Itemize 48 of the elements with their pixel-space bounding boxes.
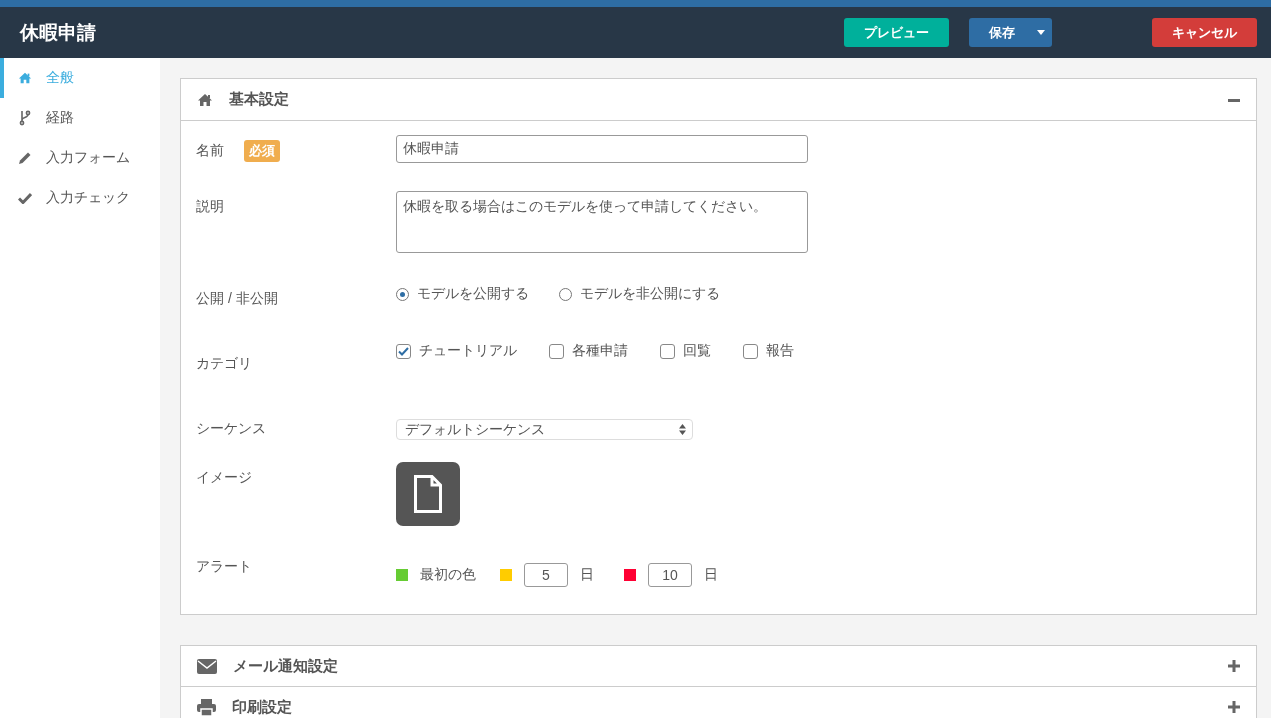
checkbox[interactable] <box>396 343 411 359</box>
cancel-button[interactable]: キャンセル <box>1152 18 1257 47</box>
home-icon <box>197 92 213 107</box>
option-label: 回覧 <box>683 342 711 360</box>
field-label: カテゴリ <box>196 355 252 373</box>
section-title: メール通知設定 <box>233 656 339 676</box>
app-title: 休暇申請 <box>20 20 97 45</box>
name-field[interactable]: 休暇申請 <box>396 135 808 163</box>
option-label: モデルを公開する <box>417 285 529 303</box>
field-label: イメージ <box>196 469 252 487</box>
option-label: チュートリアル <box>419 342 517 360</box>
envelope-icon <box>197 658 217 674</box>
branch-icon <box>19 110 31 126</box>
sequence-select[interactable]: デフォルトシーケンス <box>396 419 693 440</box>
pencil-icon <box>18 151 32 165</box>
expand-icon[interactable] <box>1228 660 1240 672</box>
unit-label: 日 <box>580 566 594 584</box>
days-field[interactable]: 5 <box>524 563 568 587</box>
save-button[interactable]: 保存 <box>969 18 1052 47</box>
file-icon <box>414 475 442 513</box>
expand-icon[interactable] <box>1228 701 1240 713</box>
option-label: 各種申請 <box>572 342 628 360</box>
description-field[interactable]: 休暇を取る場合はこのモデルを使って申請してください。 <box>396 191 808 253</box>
caret-icon <box>1037 30 1045 35</box>
checkbox[interactable] <box>660 343 675 359</box>
image-placeholder[interactable] <box>396 462 460 526</box>
field-label: 名前 <box>196 142 224 160</box>
option-label: 報告 <box>766 342 794 360</box>
days-field[interactable]: 10 <box>648 563 692 587</box>
checkbox[interactable] <box>743 343 758 359</box>
alert-label: 最初の色 <box>420 566 476 584</box>
nav-item[interactable]: 入力フォーム <box>0 138 160 178</box>
nav-item[interactable]: 経路 <box>0 98 160 138</box>
nav-item[interactable]: 入力チェック <box>0 178 160 218</box>
option-label: モデルを非公開にする <box>580 285 720 303</box>
field-label: 公開 / 非公開 <box>196 290 278 308</box>
field-label: シーケンス <box>196 420 266 438</box>
check-icon <box>18 192 32 204</box>
home-icon <box>18 71 32 85</box>
field-label: アラート <box>196 558 252 576</box>
check-icon <box>398 346 409 356</box>
checkbox[interactable] <box>549 343 564 359</box>
updown-icon <box>679 424 686 435</box>
section-title: 印刷設定 <box>232 697 293 717</box>
required-badge: 必須 <box>244 140 280 162</box>
unit-label: 日 <box>704 566 718 584</box>
section-title: 基本設定 <box>229 90 290 109</box>
field-label: 説明 <box>196 198 224 216</box>
